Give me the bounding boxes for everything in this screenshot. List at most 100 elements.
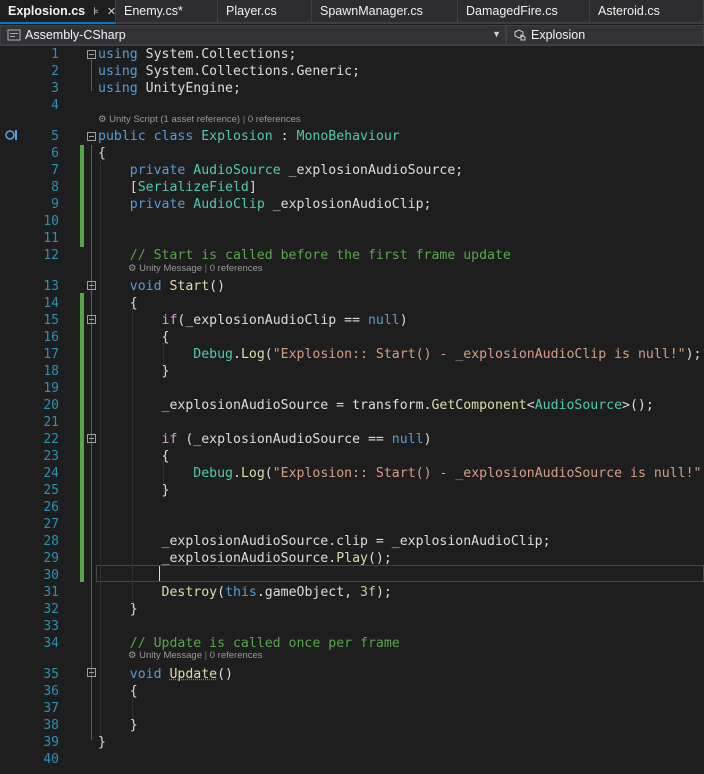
code-line[interactable]: 9 private AudioClip _explosionAudioClip; <box>0 196 704 213</box>
tab-label: Asteroid.cs <box>598 4 660 18</box>
tab-spawnmanager-cs[interactable]: SpawnManager.cs <box>312 0 458 22</box>
code-line[interactable]: 33 <box>0 618 704 635</box>
close-icon[interactable]: ✕ <box>107 5 115 18</box>
code-token: GetComponent <box>431 398 527 413</box>
code-line[interactable]: 11 <box>0 230 704 247</box>
code-line[interactable]: 40 <box>0 751 704 768</box>
code-text: // Update is called once per frame <box>98 635 400 652</box>
code-line[interactable]: 38 } <box>0 717 704 734</box>
code-line[interactable]: 2 using System.Collections.Generic; <box>0 63 704 80</box>
code-line[interactable]: 29 _explosionAudioSource.Play(); <box>0 550 704 567</box>
code-token: if <box>161 313 178 328</box>
code-line[interactable]: 17 Debug.Log("Explosion:: Start() - _exp… <box>0 346 704 363</box>
tab-explosion-cs[interactable]: Explosion.cs ⊧ ✕ <box>0 0 116 24</box>
codelens-class[interactable]: ⚙ Unity Script (1 asset reference) | 0 r… <box>98 113 301 127</box>
code-token: MonoBehaviour <box>296 129 400 144</box>
code-line[interactable]: 5 public class Explosion : MonoBehaviour <box>0 128 704 145</box>
code-token: ); <box>375 585 392 600</box>
code-token: if <box>161 432 178 447</box>
line-number: 40 <box>43 752 59 767</box>
code-line[interactable]: 4 <box>0 97 704 114</box>
code-line[interactable]: 35 void Update() <box>0 666 704 683</box>
code-token: { <box>98 146 106 161</box>
codelens-references[interactable]: 0 references <box>248 114 301 125</box>
codelens-asset-reference[interactable]: Unity Script (1 asset reference) <box>109 114 240 125</box>
code-line[interactable]: 14 { <box>0 295 704 312</box>
code-token: Play <box>336 551 368 566</box>
tab-player-cs[interactable]: Player.cs <box>218 0 312 22</box>
code-line[interactable]: 3 using UnityEngine; <box>0 80 704 97</box>
code-text: _explosionAudioSource = transform.GetCom… <box>98 397 654 414</box>
tab-label: SpawnManager.cs <box>320 4 423 18</box>
code-line[interactable]: 8 [SerializeField] <box>0 179 704 196</box>
code-text: [SerializeField] <box>98 179 257 196</box>
code-token: . <box>232 466 241 481</box>
code-line[interactable]: 13 void Start() <box>0 278 704 295</box>
code-line[interactable]: 15 if(_explosionAudioClip == null) <box>0 312 704 329</box>
code-text: Debug.Log("Explosion:: Start() - _explos… <box>98 346 701 363</box>
code-token: AudioSource <box>534 398 623 413</box>
code-line[interactable]: 34 // Update is called once per frame <box>0 635 704 652</box>
code-token: { <box>98 330 170 345</box>
class-icon <box>514 29 526 41</box>
type-dropdown[interactable]: Explosion <box>506 25 704 45</box>
line-number: 8 <box>51 180 59 195</box>
code-line[interactable]: 1 using System.Collections; <box>0 46 704 63</box>
code-line[interactable]: 18 } <box>0 363 704 380</box>
code-line[interactable]: 10 <box>0 213 704 230</box>
code-text: public class Explosion : MonoBehaviour <box>98 128 400 145</box>
code-line[interactable]: 37 <box>0 700 704 717</box>
code-token: _explosionAudioSource. <box>98 551 337 566</box>
line-number: 39 <box>43 735 59 750</box>
code-text: { <box>98 329 170 346</box>
pin-icon[interactable]: ⊧ <box>93 5 99 18</box>
line-number: 34 <box>43 636 59 651</box>
type-name: Explosion <box>531 28 586 42</box>
code-line[interactable]: 22 if (_explosionAudioSource == null) <box>0 431 704 448</box>
code-line[interactable]: 27 <box>0 516 704 533</box>
code-line[interactable]: 21 <box>0 414 704 431</box>
code-line[interactable]: 28 _explosionAudioSource.clip = _explosi… <box>0 533 704 550</box>
code-editor[interactable]: ⚙ Unity Script (1 asset reference) | 0 r… <box>0 46 704 774</box>
code-line[interactable]: 7 private AudioSource _explosionAudioSou… <box>0 162 704 179</box>
code-token: private <box>129 163 194 178</box>
tab-damagedfire-cs[interactable]: DamagedFire.cs <box>458 0 590 22</box>
code-line[interactable]: 12 // Start is called before the first f… <box>0 247 704 264</box>
code-line[interactable]: 30 <box>0 567 704 584</box>
tab-enemy-cs[interactable]: Enemy.cs* <box>116 0 218 22</box>
tab-asteroid-cs[interactable]: Asteroid.cs <box>590 0 704 22</box>
code-line[interactable]: 23 { <box>0 448 704 465</box>
line-number: 29 <box>43 551 59 566</box>
code-line[interactable]: 20 _explosionAudioSource = transform.Get… <box>0 397 704 414</box>
project-dropdown[interactable]: Assembly-CSharp ▼ <box>0 25 506 45</box>
code-token: [ <box>98 180 138 195</box>
code-text: private AudioSource _explosionAudioSourc… <box>98 162 464 179</box>
code-line[interactable]: 36 { <box>0 683 704 700</box>
line-number: 1 <box>51 47 59 62</box>
code-line[interactable]: 31 Destroy(this.gameObject, 3f); <box>0 584 704 601</box>
line-number: 13 <box>43 279 59 294</box>
line-number: 6 <box>51 146 59 161</box>
code-token: using <box>98 47 138 62</box>
code-line[interactable]: 24 Debug.Log("Explosion:: Start() - _exp… <box>0 465 704 482</box>
code-text: Destroy(this.gameObject, 3f); <box>98 584 392 601</box>
code-text: // Start is called before the first fram… <box>98 247 511 264</box>
code-line[interactable]: 6{ <box>0 145 704 162</box>
code-line[interactable]: 25 } <box>0 482 704 499</box>
code-line[interactable]: 16 { <box>0 329 704 346</box>
code-line[interactable]: 26 <box>0 499 704 516</box>
codelens-references[interactable]: 0 references <box>210 263 263 274</box>
code-line[interactable]: 39} <box>0 734 704 751</box>
line-number: 2 <box>51 64 59 79</box>
code-line[interactable]: 19 <box>0 380 704 397</box>
code-token: AudioSource <box>193 163 281 178</box>
line-number: 10 <box>43 214 59 229</box>
code-token: } <box>98 735 106 750</box>
code-line[interactable]: 32 } <box>0 601 704 618</box>
codelens-unity-message[interactable]: Unity Message <box>139 263 202 274</box>
codelens-start[interactable]: ⚙ Unity Message | 0 references <box>128 262 263 276</box>
